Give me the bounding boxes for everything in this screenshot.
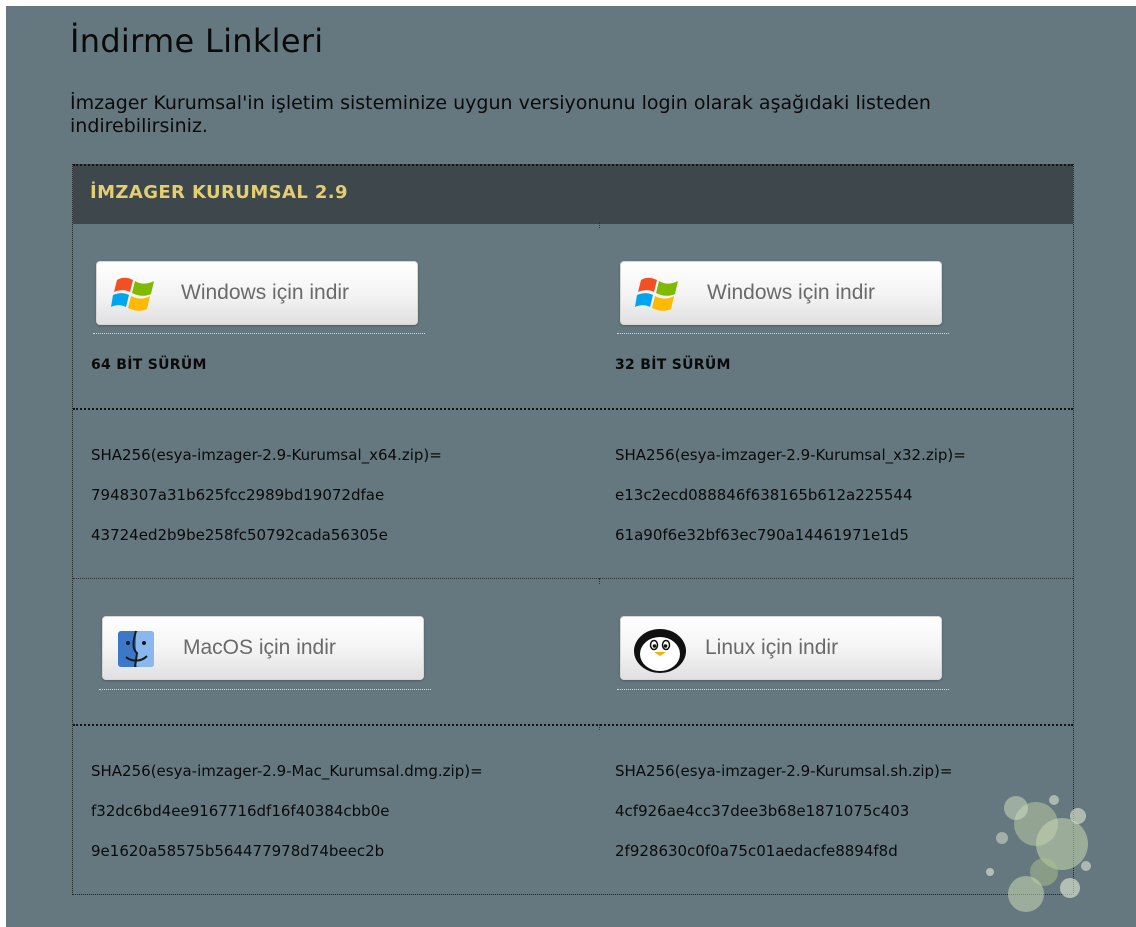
version-label-64: 64 BİT SÜRÜM (91, 357, 207, 373)
windows-64-download-button[interactable]: Windows için indir (96, 261, 418, 325)
intro-text: İmzager Kurumsal'in işletim sisteminize … (70, 92, 931, 137)
row-divider (73, 724, 1073, 726)
hash-line-win64-1: 7948307a31b625fcc2989bd19072dfae (91, 486, 385, 504)
linux-button-label: Linux için indir (705, 636, 839, 659)
row-divider (73, 408, 1073, 410)
column-divider (599, 222, 601, 228)
downloads-table: İMZAGER KURUMSAL 2.9 Windows için indir (72, 164, 1074, 895)
hash-label-mac: SHA256(esya-imzager-2.9-Mac_Kurumsal.dmg… (91, 762, 483, 780)
hash-label-linux: SHA256(esya-imzager-2.9-Kurumsal.sh.zip)… (615, 762, 953, 780)
windows-64-button-label: Windows için indir (181, 281, 350, 304)
hash-line-mac-1: f32dc6bd4ee9167716df16f40384cbb0e (91, 802, 390, 820)
windows-logo-icon (111, 277, 154, 311)
windows-32-download-button[interactable]: Windows için indir (620, 261, 942, 325)
mac-finder-icon (118, 630, 154, 668)
row-divider (73, 578, 1073, 579)
windows-32-button-label: Windows için indir (707, 281, 876, 304)
page-background: İndirme Linkleri İmzager Kurumsal'in işl… (6, 6, 1136, 927)
decorative-bubbles (986, 795, 1091, 912)
hash-label-win32: SHA256(esya-imzager-2.9-Kurumsal_x32.zip… (615, 446, 966, 464)
version-label-32: 32 BİT SÜRÜM (615, 357, 731, 373)
hash-line-win32-2: 61a90f6e32bf63ec790a14461971e1d5 (615, 526, 909, 544)
page-title: İndirme Linkleri (70, 22, 324, 60)
macos-download-button[interactable]: MacOS için indir (102, 616, 424, 680)
macos-button-label: MacOS için indir (183, 636, 336, 659)
button-underline (99, 689, 431, 690)
hash-line-linux-1: 4cf926ae4cc37dee3b68e1871075c403 (615, 802, 910, 820)
hash-line-win64-2: 43724ed2b9be258fc50792cada56305e (91, 526, 388, 544)
button-underline (617, 333, 949, 334)
hash-label-win64: SHA256(esya-imzager-2.9-Kurumsal_x64.zip… (91, 446, 442, 464)
button-underline (617, 689, 949, 690)
hash-line-win32-1: e13c2ecd088846f638165b612a225544 (615, 486, 913, 504)
hash-line-linux-2: 2f928630c0f0a75c01aedacfe8894f8d (615, 842, 898, 860)
hash-line-mac-2: 9e1620a58575b564477978d74beec2b (91, 842, 385, 860)
section-header: İMZAGER KURUMSAL 2.9 (73, 164, 1073, 224)
linux-download-button[interactable]: Linux için indir (620, 616, 942, 680)
linux-penguin-icon (634, 629, 686, 673)
windows-logo-icon (635, 277, 678, 311)
section-title: İMZAGER KURUMSAL 2.9 (90, 182, 348, 203)
button-underline (93, 333, 425, 334)
